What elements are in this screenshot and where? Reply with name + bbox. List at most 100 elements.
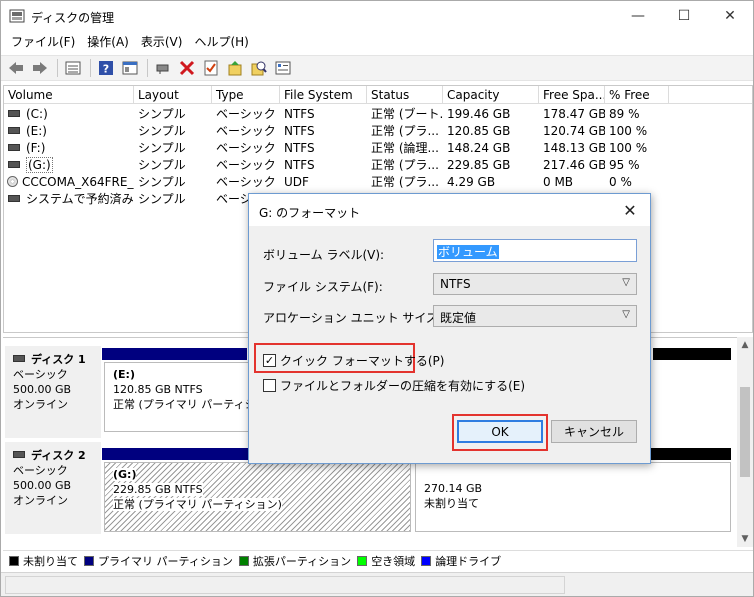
disk-size: 500.00 GB xyxy=(13,479,72,492)
svg-text:?: ? xyxy=(103,63,109,76)
layout-cell: シンプル xyxy=(138,158,186,172)
drive-icon xyxy=(8,127,20,134)
layout-cell: シンプル xyxy=(138,175,186,189)
volume-label-value: ボリューム xyxy=(437,245,499,259)
disk-size: 500.00 GB xyxy=(13,383,72,396)
volume-list-icon[interactable] xyxy=(62,58,84,78)
legend-swatch xyxy=(357,555,368,566)
table-row[interactable]: (C:) シンプル ベーシック NTFS 正常 (ブート... 199.46 G… xyxy=(4,106,752,123)
table-row[interactable]: (G:) シンプル ベーシック NTFS 正常 (プラ... 229.85 GB… xyxy=(4,157,752,174)
type-cell: ベーシック xyxy=(216,175,276,189)
allocation-unit-value: 既定値 xyxy=(440,311,477,325)
capacity-cell: 4.29 GB xyxy=(447,175,496,189)
settings-icon[interactable] xyxy=(272,58,294,78)
scroll-thumb[interactable] xyxy=(740,387,750,477)
percent-free-cell: 89 % xyxy=(609,107,640,121)
properties-icon[interactable] xyxy=(119,58,141,78)
volume-cell: (F:) xyxy=(4,140,134,157)
cancel-button[interactable]: キャンセル xyxy=(551,420,637,443)
quick-format-checkbox[interactable]: ✓ クイック フォーマットする(P) xyxy=(263,352,444,369)
column-header-percent-free[interactable]: % Free xyxy=(605,86,669,104)
percent-free-cell: 95 % xyxy=(609,158,640,172)
column-header-status[interactable]: Status xyxy=(367,86,443,104)
menu-help[interactable]: ヘルプ(H) xyxy=(188,31,254,53)
menu-action[interactable]: 操作(A) xyxy=(81,31,135,53)
import-icon[interactable] xyxy=(224,58,246,78)
volume-cell: CCCOMA_X64FRE_... xyxy=(4,174,134,191)
table-row[interactable]: (F:) シンプル ベーシック NTFS 正常 (論理... 148.24 GB… xyxy=(4,140,752,157)
forward-icon[interactable] xyxy=(29,58,51,78)
legend-label: 空き領域 xyxy=(371,554,416,568)
partition-name-text: (G:) xyxy=(113,468,137,481)
partition-size: 229.85 GB NTFS xyxy=(113,482,402,497)
disk-map-scrollbar[interactable]: ▲ ▼ xyxy=(737,337,753,547)
chevron-down-icon: ▽ xyxy=(622,277,630,288)
volume-name: (C:) xyxy=(26,107,48,121)
layout-cell: シンプル xyxy=(138,141,186,155)
maximize-button[interactable]: ☐ xyxy=(661,1,707,31)
check-icon[interactable] xyxy=(200,58,222,78)
free-space-cell: 148.13 GB xyxy=(543,141,605,155)
partition-size: 270.14 GB xyxy=(424,482,483,495)
percent-free-cell: 100 % xyxy=(609,141,648,155)
compression-checkbox[interactable]: ファイルとフォルダーの圧縮を有効にする(E) xyxy=(263,377,525,394)
volume-name: (G:) xyxy=(26,157,53,173)
partition-status-text: 正常 (プライマリ パーティション) xyxy=(113,498,282,511)
legend-label: 論理ドライブ xyxy=(435,554,502,568)
connect-icon[interactable] xyxy=(152,58,174,78)
search-icon[interactable] xyxy=(248,58,270,78)
disk-type: ベーシック xyxy=(13,464,68,477)
disk-1-label[interactable]: ディスク 1 ベーシック 500.00 GB オンライン xyxy=(5,346,101,438)
help-icon[interactable]: ? xyxy=(95,58,117,78)
dialog-close-icon[interactable]: ✕ xyxy=(619,200,641,222)
disk-2-header: ディスク 2 xyxy=(13,448,93,463)
disk-state: オンライン xyxy=(13,398,68,411)
column-header-filesystem[interactable]: File System xyxy=(280,86,367,104)
back-icon[interactable] xyxy=(5,58,27,78)
filesystem-select[interactable]: NTFS ▽ xyxy=(433,273,637,295)
allocation-unit-select[interactable]: 既定値 ▽ xyxy=(433,305,637,327)
scroll-up-icon[interactable]: ▲ xyxy=(737,337,753,353)
legend-item: 空き領域 xyxy=(357,553,415,569)
status-cell: 正常 (ブート... xyxy=(371,107,443,121)
capacity-cell: 199.46 GB xyxy=(447,107,511,121)
column-header-volume[interactable]: Volume xyxy=(4,86,134,104)
type-cell: ベーシック xyxy=(216,158,276,172)
legend-item: 拡張パーティション xyxy=(238,553,351,569)
filesystem-cell: UDF xyxy=(284,175,309,189)
partition-unallocated[interactable]: 270.14 GB 未割り当て xyxy=(415,462,731,532)
table-row[interactable]: (E:) シンプル ベーシック NTFS 正常 (プラ... 120.85 GB… xyxy=(4,123,752,140)
volume-label-input[interactable]: ボリューム xyxy=(433,239,637,262)
volume-cell: (E:) xyxy=(4,123,134,140)
close-button[interactable]: ✕ xyxy=(707,1,753,31)
minimize-button[interactable]: — xyxy=(615,1,661,31)
volume-cell: (G:) xyxy=(4,157,134,174)
volume-cell: (C:) xyxy=(4,106,134,123)
partition-name: (E:) xyxy=(113,368,135,381)
column-header-capacity[interactable]: Capacity xyxy=(443,86,539,104)
type-cell: ベーシ xyxy=(216,192,252,206)
column-header-layout[interactable]: Layout xyxy=(134,86,212,104)
partition-e[interactable]: (E:) 120.85 GB NTFS 正常 (プライマリ パーティション) xyxy=(104,362,250,432)
free-space-cell: 120.74 GB xyxy=(543,124,605,138)
disk-management-window: ディスクの管理 — ☐ ✕ ファイル(F) 操作(A) 表示(V) ヘルプ(H)… xyxy=(0,0,754,597)
ok-button[interactable]: OK xyxy=(457,420,543,443)
cd-drive-icon xyxy=(7,176,18,187)
partition-size: 120.85 GB NTFS xyxy=(113,383,203,396)
toolbar-separator xyxy=(90,59,91,77)
disk-1-header: ディスク 1 xyxy=(13,352,93,367)
menu-view[interactable]: 表示(V) xyxy=(135,31,189,53)
menu-file[interactable]: ファイル(F) xyxy=(5,31,81,53)
status-pane xyxy=(5,576,565,594)
column-header-free-space[interactable]: Free Spa... xyxy=(539,86,605,104)
quick-format-label: クイック フォーマットする(P) xyxy=(280,354,445,368)
delete-icon[interactable] xyxy=(176,58,198,78)
partition-g[interactable]: (G:) 229.85 GB NTFS 正常 (プライマリ パーティション) xyxy=(104,462,411,532)
table-row[interactable]: CCCOMA_X64FRE_... シンプル ベーシック UDF 正常 (プラ.… xyxy=(4,174,752,191)
disk-2-label[interactable]: ディスク 2 ベーシック 500.00 GB オンライン xyxy=(5,442,101,534)
column-header-type[interactable]: Type xyxy=(212,86,280,104)
layout-cell: シンプル xyxy=(138,107,186,121)
compression-label: ファイルとフォルダーの圧縮を有効にする(E) xyxy=(280,379,526,393)
legend-item: プライマリ パーティション xyxy=(84,553,233,569)
scroll-down-icon[interactable]: ▼ xyxy=(737,531,753,547)
